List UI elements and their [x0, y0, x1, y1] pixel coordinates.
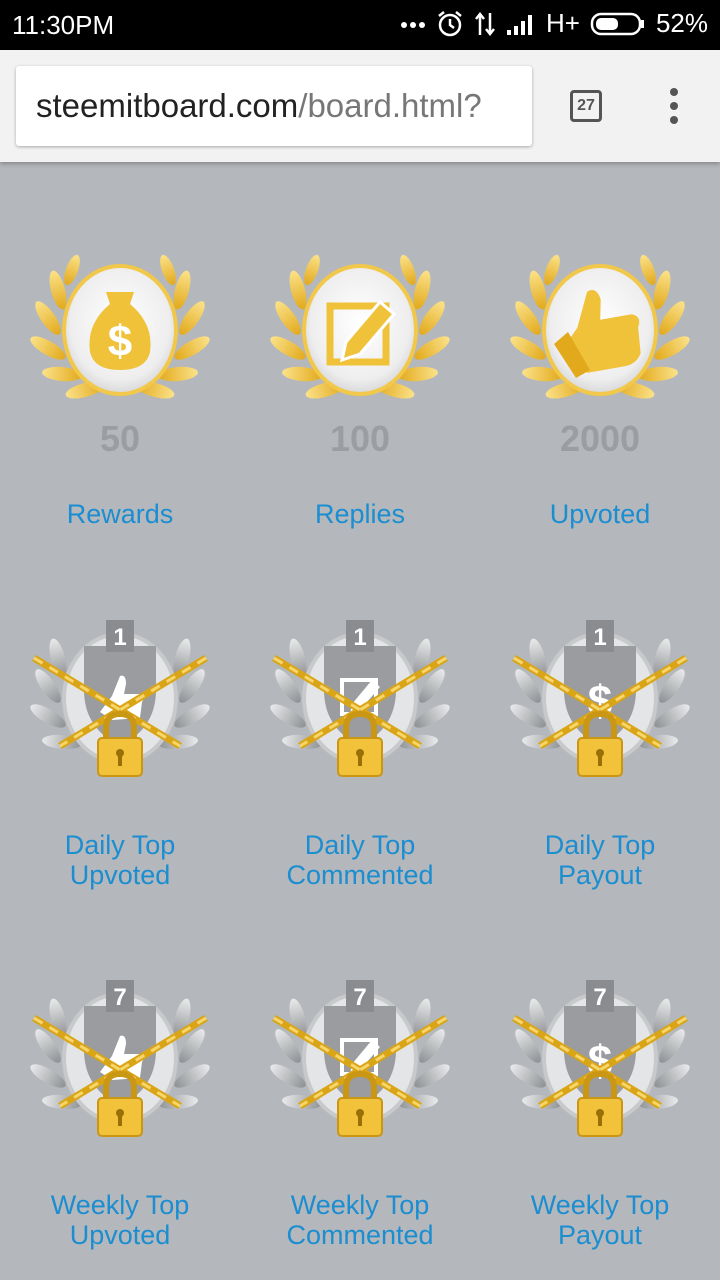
badge-label-line1[interactable]: Weekly Top — [480, 1190, 720, 1220]
rank-number: 1 — [113, 624, 126, 651]
alarm-icon — [438, 10, 462, 36]
status-bar: 11:30PM H+ 52% — [0, 0, 720, 50]
badge-weekly-top-payout[interactable]: 7 $ Weekly Top Payout — [480, 968, 720, 1258]
badge-label[interactable]: Upvoted — [480, 499, 720, 529]
pencil-edit-icon — [265, 250, 455, 404]
badge-label-line1[interactable]: Daily Top — [240, 830, 480, 860]
badge-replies[interactable]: 100 Replies — [240, 240, 480, 540]
badge-label-line2[interactable]: Commented — [240, 860, 480, 890]
badge-count: 2000 — [559, 418, 641, 459]
data-transfer-icon — [475, 11, 495, 36]
battery-icon — [590, 12, 644, 35]
overflow-menu-icon[interactable] — [664, 88, 684, 128]
svg-text:$: $ — [108, 317, 132, 366]
rank-number: 7 — [593, 984, 606, 1011]
badge-label[interactable]: Rewards — [0, 499, 240, 529]
badge-label-line2[interactable]: Upvoted — [0, 860, 240, 890]
url-domain: steemitboard.com — [36, 87, 299, 124]
badge-label-line2[interactable]: Upvoted — [0, 1220, 240, 1250]
badge-daily-top-upvoted[interactable]: 1 Daily Top Upvoted — [0, 608, 240, 898]
badge-label-line1[interactable]: Daily Top — [0, 830, 240, 860]
locked-trophy-icon: 7 — [25, 978, 215, 1148]
rank-number: 7 — [113, 984, 126, 1011]
rank-number: 7 — [353, 984, 366, 1011]
dollar-bag-icon: $ — [25, 250, 215, 404]
badge-daily-top-commented[interactable]: 1 Daily Top Commented — [240, 608, 480, 898]
badge-label-line2[interactable]: Payout — [480, 1220, 720, 1250]
badge-weekly-top-commented[interactable]: 7 Weekly Top Commented — [240, 968, 480, 1258]
url-bar[interactable]: steemitboard.com/board.html? — [16, 66, 532, 146]
network-type: H+ — [545, 8, 580, 38]
browser-toolbar: steemitboard.com/board.html? 27 — [0, 50, 720, 162]
badge-daily-top-payout[interactable]: 1 $ Daily Top Payout — [480, 608, 720, 898]
badge-label-line1[interactable]: Daily Top — [480, 830, 720, 860]
badge-label-line2[interactable]: Commented — [240, 1220, 480, 1250]
locked-trophy-icon: 1 — [25, 618, 215, 788]
url-path: /board.html? — [298, 87, 482, 124]
more-dots-icon — [400, 21, 425, 28]
badge-upvoted[interactable]: 2000 Upvoted — [480, 240, 720, 540]
signal-icon — [506, 14, 532, 35]
badge-label-line1[interactable]: Weekly Top — [0, 1190, 240, 1220]
rank-number: 1 — [593, 624, 606, 651]
battery-percent: 52% — [655, 8, 708, 38]
status-time: 11:30PM — [12, 10, 115, 40]
badge-count: 100 — [329, 418, 391, 459]
locked-trophy-icon: 1 — [265, 618, 455, 788]
badge-rewards[interactable]: $ 50 Rewards — [0, 240, 240, 540]
locked-trophy-icon: 7 — [265, 978, 455, 1148]
status-icons: H+ 52% — [400, 8, 708, 39]
badge-label[interactable]: Replies — [240, 499, 480, 529]
badge-label-line2[interactable]: Payout — [480, 860, 720, 890]
rank-number: 1 — [353, 624, 366, 651]
badge-count: 50 — [99, 418, 141, 459]
thumbs-up-icon — [505, 250, 695, 404]
tab-switcher-button[interactable]: 27 — [570, 90, 602, 122]
locked-trophy-icon: 1 $ — [505, 618, 695, 788]
locked-trophy-icon: 7 $ — [505, 978, 695, 1148]
badge-label-line1[interactable]: Weekly Top — [240, 1190, 480, 1220]
badge-weekly-top-upvoted[interactable]: 7 Weekly Top Upvoted — [0, 968, 240, 1258]
